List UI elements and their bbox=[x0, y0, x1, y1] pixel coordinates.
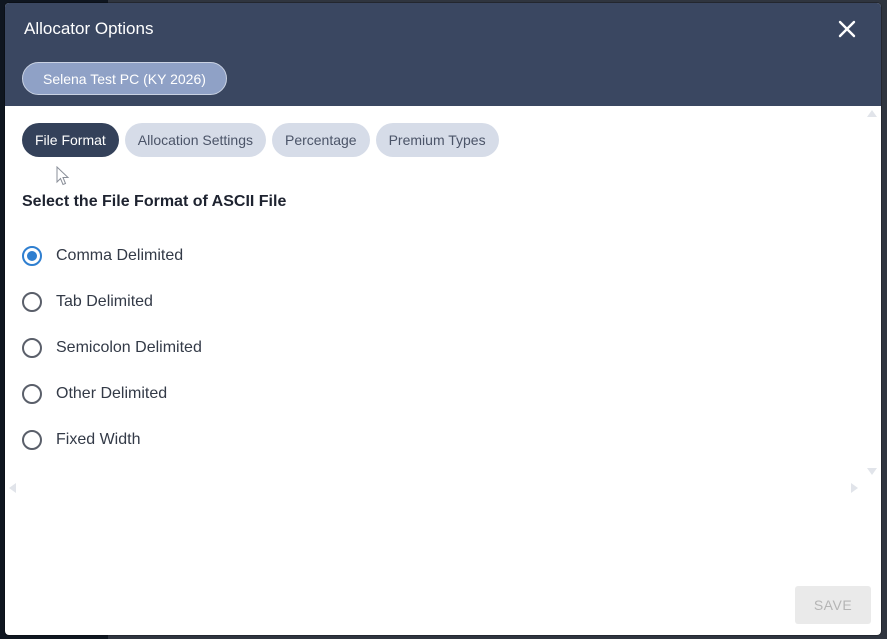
radio-label: Tab Delimited bbox=[56, 293, 153, 310]
file-format-heading: Select the File Format of ASCII File bbox=[22, 193, 287, 210]
scroll-down-arrow-icon[interactable] bbox=[867, 468, 877, 475]
radio-tab-delimited[interactable]: Tab Delimited bbox=[22, 290, 202, 314]
radio-comma-delimited[interactable]: Comma Delimited bbox=[22, 244, 202, 268]
radio-label: Other Delimited bbox=[56, 385, 168, 402]
radio-label: Semicolon Delimited bbox=[56, 339, 202, 356]
scroll-right-arrow-icon[interactable] bbox=[851, 483, 858, 493]
tab-label: Allocation Settings bbox=[137, 132, 253, 148]
radio-button[interactable] bbox=[22, 384, 42, 404]
radio-semicolon-delimited[interactable]: Semicolon Delimited bbox=[22, 336, 202, 360]
mouse-cursor-icon bbox=[56, 166, 70, 186]
scroll-left-arrow-icon[interactable] bbox=[9, 483, 16, 493]
radio-button[interactable] bbox=[22, 292, 42, 312]
tab-label: Percentage bbox=[284, 132, 357, 148]
tab-premium-types[interactable]: Premium Types bbox=[375, 123, 499, 157]
radio-fixed-width[interactable]: Fixed Width bbox=[22, 428, 202, 452]
tab-label: File Format bbox=[35, 132, 106, 148]
save-button[interactable]: SAVE bbox=[795, 586, 871, 624]
tab-percentage[interactable]: Percentage bbox=[271, 123, 370, 157]
radio-button-checked[interactable] bbox=[22, 246, 42, 266]
dialog-title: Allocator Options bbox=[24, 19, 154, 38]
radio-button[interactable] bbox=[22, 338, 42, 358]
tab-allocation-settings[interactable]: Allocation Settings bbox=[124, 123, 266, 157]
close-button[interactable] bbox=[833, 17, 861, 41]
scroll-up-arrow-icon[interactable] bbox=[867, 110, 877, 117]
radio-button[interactable] bbox=[22, 430, 42, 450]
entity-pill[interactable]: Selena Test PC (KY 2026) bbox=[22, 62, 227, 95]
entity-pill-label: Selena Test PC (KY 2026) bbox=[43, 70, 206, 87]
dialog-header: Allocator Options Selena Test PC (KY 202… bbox=[5, 3, 881, 106]
tab-label: Premium Types bbox=[388, 132, 486, 148]
radio-label: Fixed Width bbox=[56, 431, 141, 448]
allocator-options-dialog: Allocator Options Selena Test PC (KY 202… bbox=[5, 3, 881, 635]
file-format-radio-group: Comma Delimited Tab Delimited Semicolon … bbox=[22, 244, 202, 474]
radio-other-delimited[interactable]: Other Delimited bbox=[22, 382, 202, 406]
tab-bar: File Format Allocation Settings Percenta… bbox=[22, 123, 499, 157]
close-icon bbox=[838, 20, 856, 38]
tab-file-format[interactable]: File Format bbox=[22, 123, 119, 157]
radio-label: Comma Delimited bbox=[56, 247, 184, 264]
